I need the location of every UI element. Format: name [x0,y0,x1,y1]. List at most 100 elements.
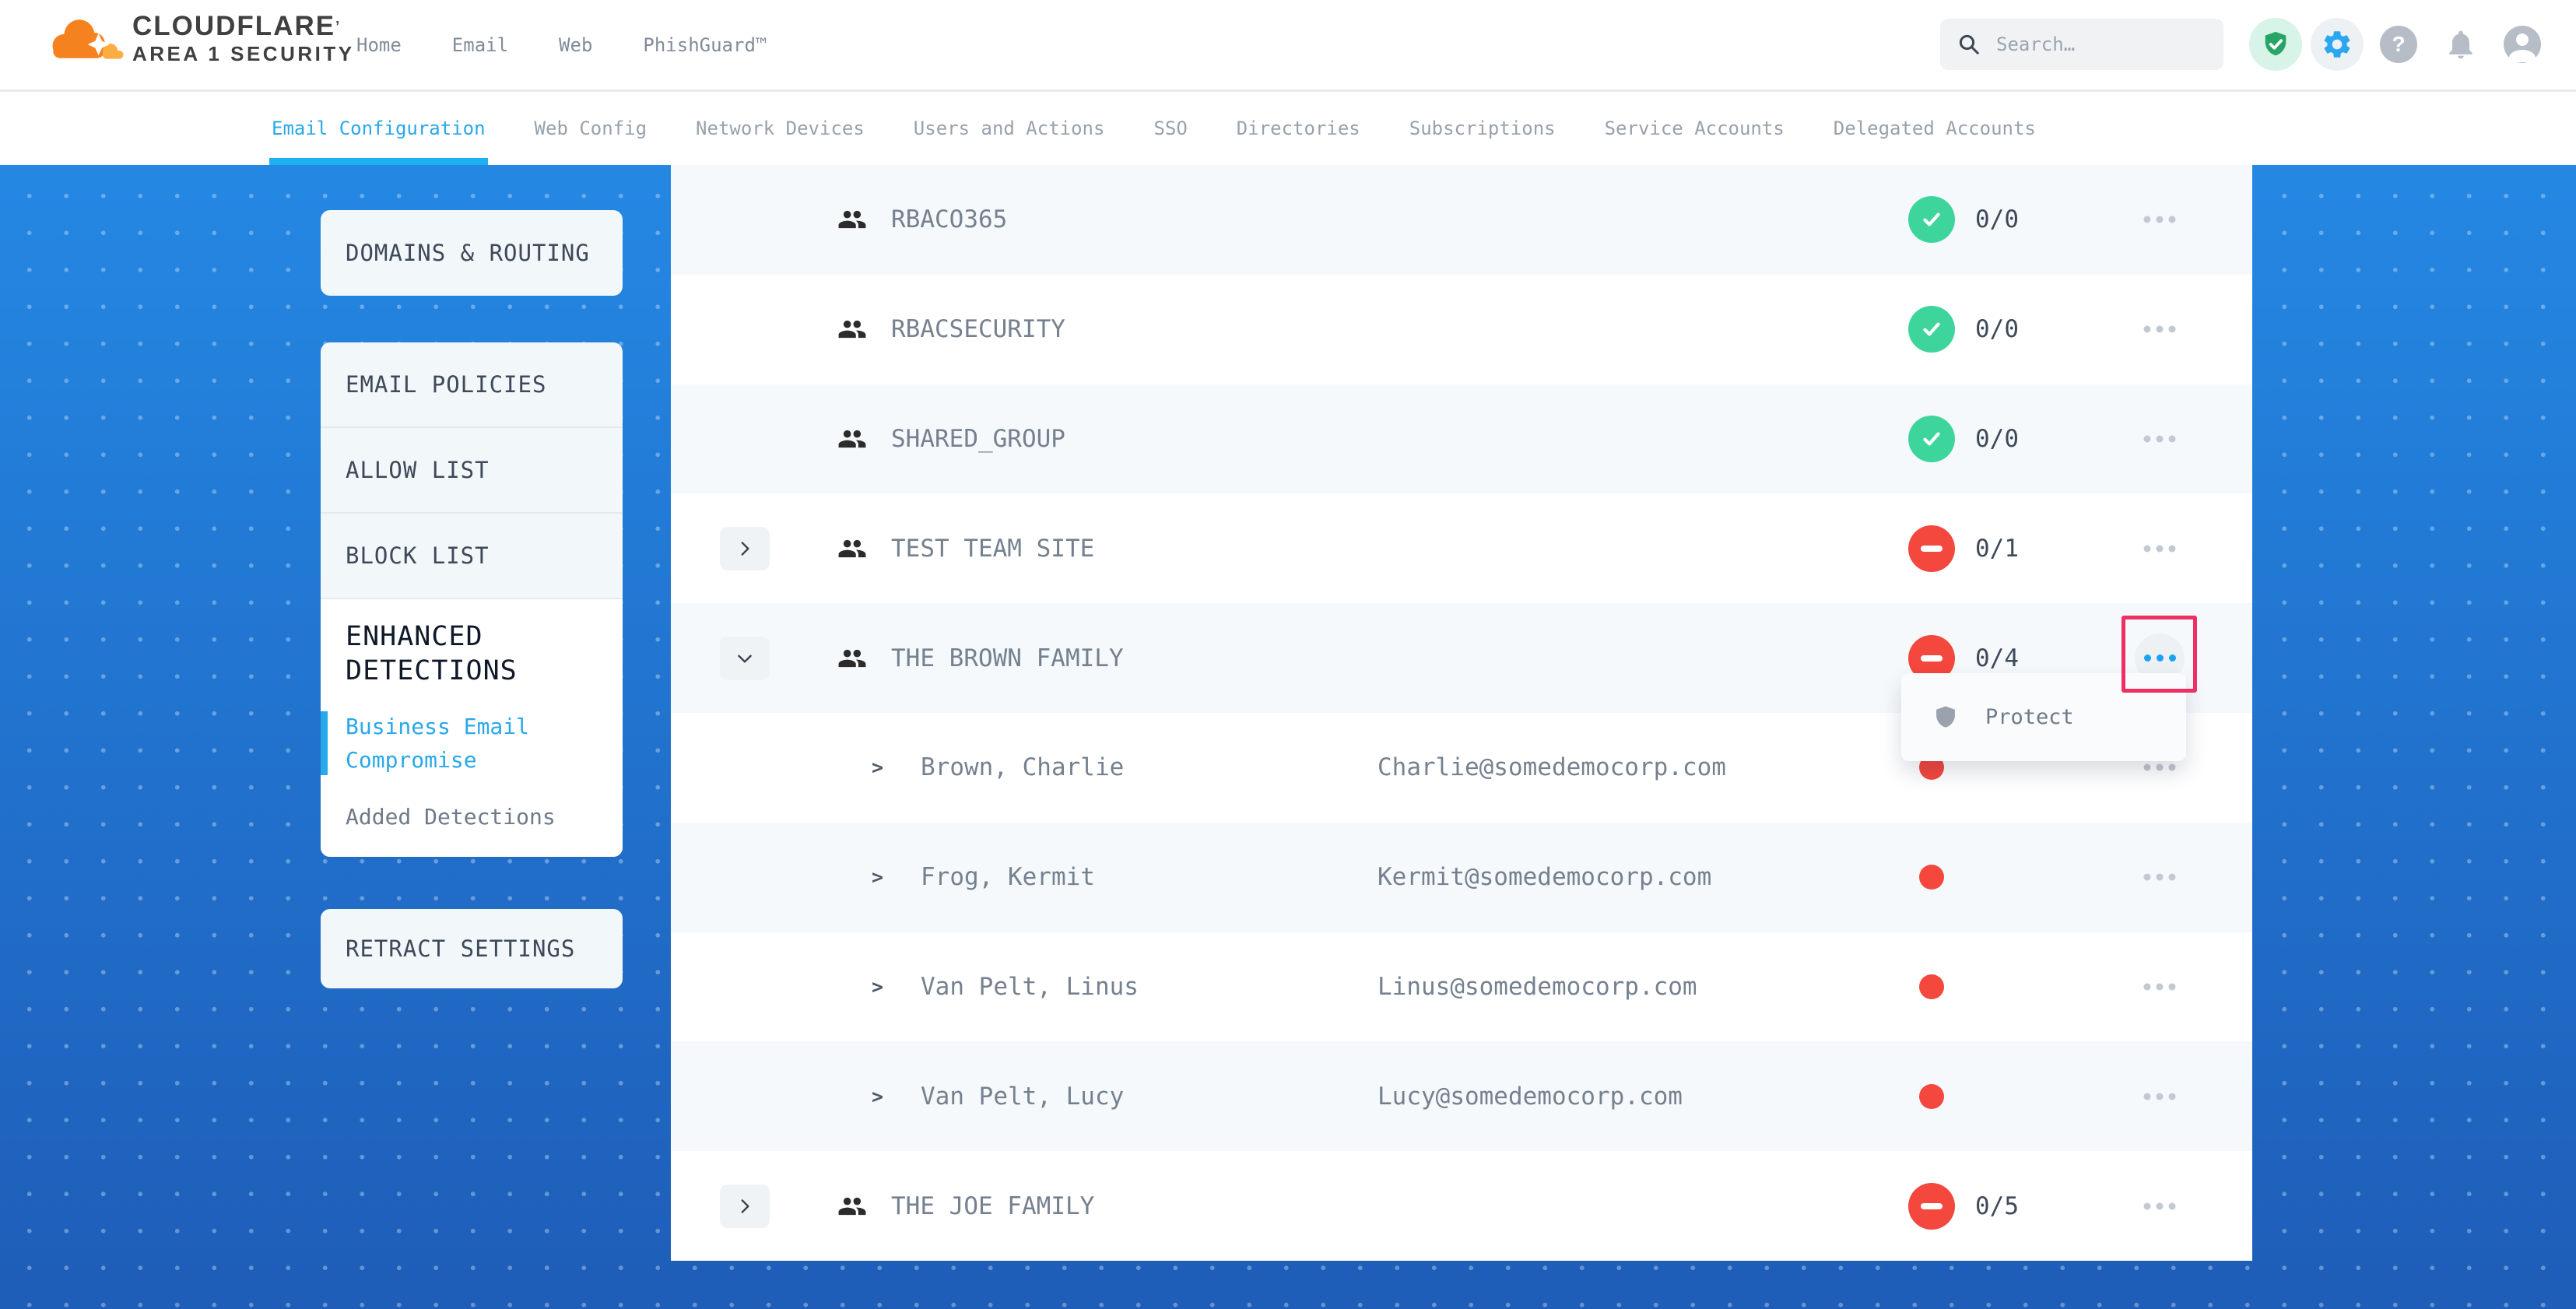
tab-subscriptions[interactable]: Subscriptions [1409,92,1556,165]
account-avatar-icon[interactable] [2504,26,2541,63]
expand-chevron-button[interactable] [720,527,770,570]
protected-count: 0/4 [1975,644,2019,672]
search-icon [1957,33,1981,56]
protected-count: 0/1 [1975,535,2019,563]
sidebar-card-domains-routing: DOMAINS & ROUTING [321,210,623,296]
section-tabs: Email Configuration Web Config Network D… [0,92,2576,165]
notifications-bell-icon[interactable] [2441,24,2481,65]
status-unprotected-icon [1908,525,1955,572]
sidebar-item-block-list[interactable]: BLOCK LIST [321,514,623,599]
table-row: SHARED_GROUP 0/0 [671,384,2252,494]
row-actions-menu-button[interactable] [2144,1093,2176,1100]
row-actions-menu-button[interactable] [2144,545,2176,552]
member-chevron-icon[interactable]: > [872,1085,883,1107]
group-name: THE JOE FAMILY [891,1192,1094,1220]
group-icon [837,314,867,344]
expand-chevron-button[interactable] [720,1184,770,1228]
brand-name: CLOUDFLARE’ [132,12,355,41]
row-actions-menu-button[interactable] [2144,764,2176,771]
table-row: RBACSECURITY 0/0 [671,275,2252,384]
member-name: Frog, Kermit [921,863,1095,891]
search-bar[interactable] [1940,19,2223,70]
row-actions-menu-button[interactable] [2144,216,2176,223]
protected-count: 0/0 [1975,425,2019,453]
tab-users-and-actions[interactable]: Users and Actions [914,92,1105,165]
cloudflare-logo: CLOUDFLARE’ AREA 1 SECURITY [44,11,355,67]
group-name: TEST TEAM SITE [891,535,1094,563]
help-icon[interactable]: ? [2380,26,2417,63]
tab-email-configuration[interactable]: Email Configuration [272,92,486,165]
group-name: SHARED_GROUP [891,425,1065,453]
row-actions-menu-button[interactable] [2144,874,2176,881]
table-row: > Van Pelt, Lucy Lucy@somedemocorp.com [671,1041,2252,1151]
group-name: RBACSECURITY [891,315,1065,343]
brand-subtitle: AREA 1 SECURITY [132,41,355,66]
group-icon [837,1191,867,1221]
tab-service-accounts[interactable]: Service Accounts [1605,92,1785,165]
sidebar-item-email-policies[interactable]: EMAIL POLICIES [321,342,623,428]
topnav-email[interactable]: Email [452,34,508,56]
group-icon [837,205,867,234]
status-unprotected-icon [1908,1183,1955,1230]
protection-status-icon[interactable] [2249,18,2302,71]
row-actions-menu-button[interactable] [2144,435,2176,442]
status-protected-icon [1908,416,1955,462]
sidebar-item-allow-list[interactable]: ALLOW LIST [321,428,623,514]
topnav-home[interactable]: Home [356,34,402,56]
member-name: Van Pelt, Linus [921,973,1139,1001]
table-row: TEST TEAM SITE 0/1 [671,493,2252,603]
topnav-web[interactable]: Web [559,34,592,56]
member-email: Kermit@somedemocorp.com [1377,863,1711,891]
sidebar-card-policies: EMAIL POLICIES ALLOW LIST BLOCK LIST ENH… [321,342,623,857]
settings-gear-icon[interactable] [2311,18,2364,71]
top-navigation: Home Email Web PhishGuard™ [356,0,767,89]
search-input[interactable] [1995,33,2192,56]
member-chevron-icon[interactable]: > [872,866,883,889]
member-email: Charlie@somedemocorp.com [1377,753,1726,781]
group-icon [837,644,867,673]
status-protected-icon [1908,306,1955,353]
cloudflare-cloud-icon [44,11,126,67]
tab-directories[interactable]: Directories [1237,92,1360,165]
tab-sso[interactable]: SSO [1153,92,1187,165]
table-row: > Van Pelt, Linus Linus@somedemocorp.com [671,932,2252,1042]
top-header: CLOUDFLARE’ AREA 1 SECURITY Home Email W… [0,0,2576,92]
protect-menu-item[interactable]: Protect [1985,705,2074,729]
protected-count: 0/5 [1975,1192,2019,1220]
collapse-chevron-button[interactable] [720,637,770,680]
group-icon [837,424,867,454]
sidebar-item-retract-settings[interactable]: RETRACT SETTINGS [321,909,623,988]
member-email: Linus@somedemocorp.com [1377,973,1697,1001]
sidebar-section-enhanced-detections: ENHANCED DETECTIONS Business Email Compr… [321,599,623,857]
group-icon [837,534,867,563]
table-row: RBACO365 0/0 [671,165,2252,275]
sidebar-item-domains-routing[interactable]: DOMAINS & ROUTING [321,210,623,296]
row-actions-dropdown: Protect [1901,673,2186,761]
status-unprotected-dot [1919,865,1944,890]
tab-network-devices[interactable]: Network Devices [696,92,865,165]
protected-count: 0/0 [1975,315,2019,343]
group-name: THE BROWN FAMILY [891,644,1124,672]
table-row: THE JOE FAMILY 0/5 [671,1151,2252,1261]
sidebar-item-added-detections[interactable]: Added Detections [321,800,599,833]
table-row: > Frog, Kermit Kermit@somedemocorp.com [671,823,2252,932]
member-name: Brown, Charlie [921,753,1124,781]
row-actions-menu-button[interactable] [2144,983,2176,990]
row-actions-menu-button[interactable] [2144,326,2176,333]
topnav-phishguard[interactable]: PhishGuard™ [643,34,767,56]
enhanced-detections-title[interactable]: ENHANCED DETECTIONS [321,619,579,688]
app-root: CLOUDFLARE’ AREA 1 SECURITY Home Email W… [0,0,2576,1309]
row-actions-menu-button[interactable] [2144,1202,2176,1209]
shield-icon [1932,704,1959,731]
status-unprotected-dot [1919,1084,1944,1109]
tab-delegated-accounts[interactable]: Delegated Accounts [1834,92,2036,165]
status-unprotected-dot [1919,974,1944,999]
member-chevron-icon[interactable]: > [872,756,883,779]
protected-count: 0/0 [1975,205,2019,233]
member-name: Van Pelt, Lucy [921,1083,1124,1111]
member-chevron-icon[interactable]: > [872,975,883,998]
sidebar-card-retract: RETRACT SETTINGS [321,909,623,988]
sidebar-item-business-email-compromise[interactable]: Business Email Compromise [321,710,599,777]
member-email: Lucy@somedemocorp.com [1377,1083,1683,1111]
tab-web-config[interactable]: Web Config [535,92,648,165]
